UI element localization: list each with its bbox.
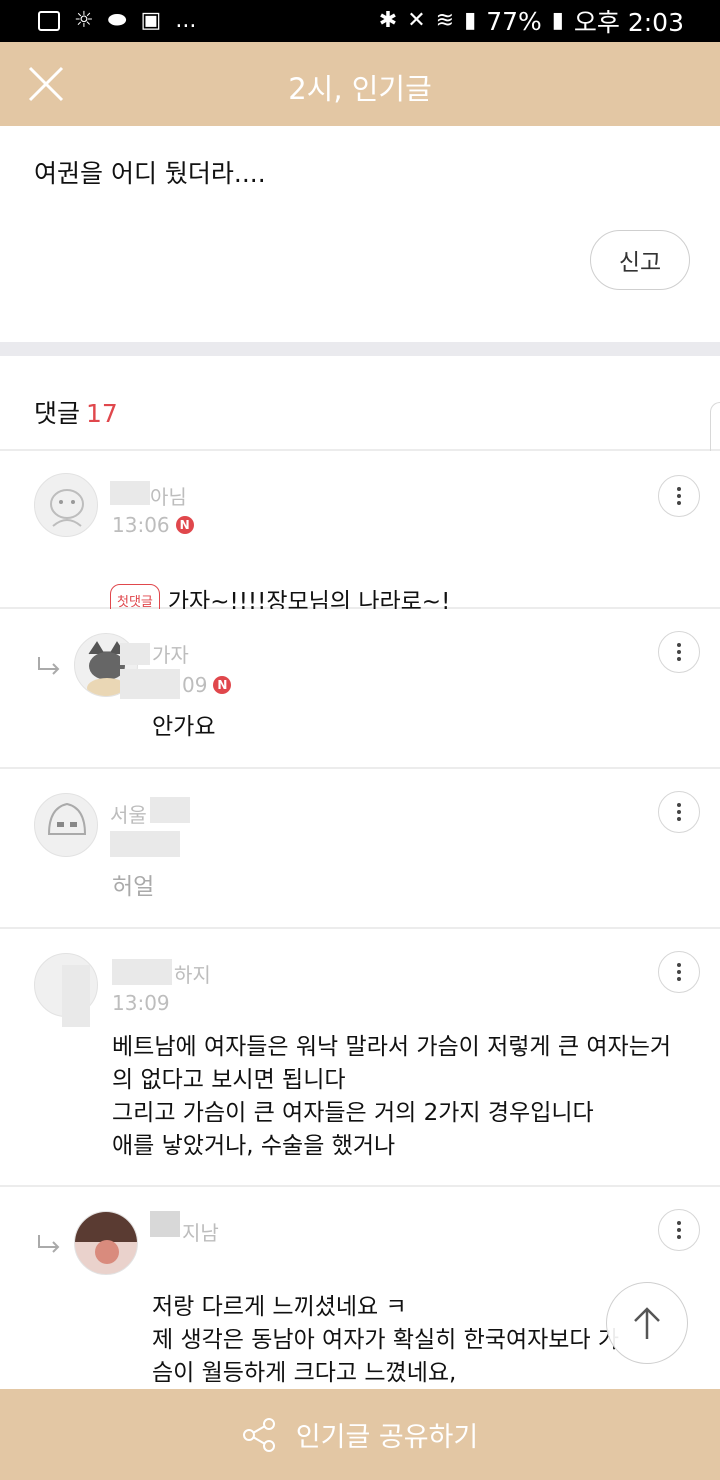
comment-text: 베트남에 여자들은 워낙 말라서 가슴이 저렇게 큰 여자는거의 없다고 보시면… [112,1034,672,1159]
comment-time: 13:06 N [112,513,194,537]
section-divider [0,342,720,356]
comment-text: 허얼 [112,874,155,900]
comments-count: 17 [86,399,118,428]
top-app-bar: 2시, 인기글 [0,42,720,126]
more-dot-icon [677,657,681,661]
more-options-button[interactable] [658,631,700,673]
mute-icon: ✕ [407,8,426,33]
blurred-nickname [120,643,150,665]
blurred-time [120,669,180,699]
more-dot-icon [677,1235,681,1239]
more-dot-icon [677,494,681,498]
reply-item: 가자 09 N 안가요 [0,609,720,769]
app-icon [38,11,60,31]
weather-icon: ☼ [74,8,94,33]
clock: 오후 2:03 [573,8,684,37]
comment-text: 안가요 [152,714,216,740]
avatar[interactable] [34,793,98,857]
scroll-to-top-button[interactable] [606,1282,688,1364]
more-dots: ... [175,8,197,33]
more-options-button[interactable] [658,951,700,993]
status-bar-right: ✱ ✕ ≋ ▮ 77% ▮ 오후 2:03 [378,6,684,38]
more-dot-icon [677,1228,681,1232]
wifi-icon: ≋ [435,8,455,33]
more-dot-icon [677,963,681,967]
post-body: 여권을 어디 뒀더라.... [34,159,266,188]
comments-header: 댓글 17 [34,394,118,430]
peach-character-icon [47,802,87,835]
blurred-nickname [150,1211,180,1237]
avatar[interactable] [74,1211,138,1275]
post-card: 여권을 어디 뒀더라.... 신고 [0,126,720,342]
new-badge: N [213,676,232,694]
battery-percent: 77% [486,6,542,36]
more-dot-icon [677,501,681,505]
dog-character-icon [50,489,84,527]
comment-item: 하지 13:09 베트남에 여자들은 워낙 말라서 가슴이 저렇게 큰 여자는거… [0,929,720,1187]
status-bar: ☼ ⬬ ▣ ... ✱ ✕ ≋ ▮ 77% ▮ 오후 2:03 [0,0,720,42]
new-badge: N [175,516,194,534]
signal-icon: ▮ [464,8,477,33]
blurred-avatar-region [62,965,90,1027]
comment-time-text: 13:06 [112,513,170,537]
comment-nickname: 지남 [182,1221,219,1245]
blurred-nickname [110,481,150,505]
status-bar-left-icons: ☼ ⬬ ▣ ... [38,6,196,36]
comment-time: 13:09 [112,991,170,1015]
more-options-button[interactable] [658,1209,700,1251]
more-dot-icon [677,1221,681,1225]
share-icon [242,1417,275,1452]
blurred-nickname [150,797,190,823]
comment-nickname: 아님 [150,485,187,509]
comment-item: 아님 13:06 N 첫댓글 가자~!!!!장모님의 나라로~! [0,451,720,621]
image-icon: ▣ [140,8,162,33]
blurred-nickname [112,959,172,985]
more-dot-icon [677,650,681,654]
avatar[interactable] [34,473,98,537]
arrow-up-icon [634,1307,660,1339]
bluetooth-icon: ✱ [378,8,398,33]
reply-arrow-icon [38,657,60,675]
comment-time-text: 09 [182,673,208,697]
comments-label: 댓글 [34,399,81,428]
more-dot-icon [677,817,681,821]
blurred-time [110,831,180,857]
comment-time: 09 N [182,673,232,697]
battery-icon: ▮ [551,8,564,33]
reply-item: 지남 저랑 다르게 느끼셨네요 ㅋ 제 생각은 동남아 여자가 확실히 한국여자… [0,1187,720,1389]
more-dot-icon [677,643,681,647]
report-button[interactable]: 신고 [590,230,690,290]
more-options-button[interactable] [658,791,700,833]
more-options-button[interactable] [658,475,700,517]
page-title: 2시, 인기글 [288,72,432,106]
comment-item: 서울 허얼 [0,769,720,929]
reply-arrow-icon [38,1235,60,1253]
more-dot-icon [677,803,681,807]
photo-avatar-icon [75,1212,137,1264]
share-popular-post-button[interactable]: 인기글 공유하기 [0,1389,720,1480]
more-dot-icon [677,970,681,974]
more-dot-icon [677,487,681,491]
comment-nickname: 하지 [174,963,211,987]
more-dot-icon [677,810,681,814]
comment-nickname: 가자 [152,643,189,667]
comment-nickname: 서울 [110,803,147,827]
pill-icon: ⬬ [107,8,127,33]
share-label: 인기글 공유하기 [295,1422,479,1453]
comment-time-text: 13:09 [112,991,170,1015]
more-dot-icon [677,977,681,981]
